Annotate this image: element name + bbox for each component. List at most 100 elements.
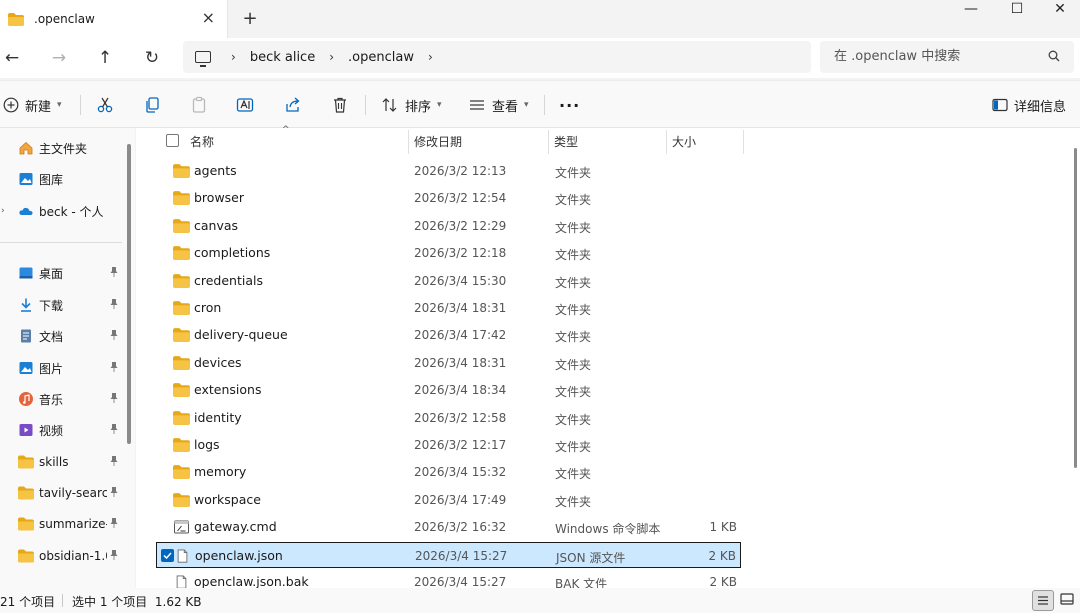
cut-button[interactable] <box>96 93 114 117</box>
breadcrumb-separator[interactable]: › <box>329 50 334 64</box>
folder-icon <box>173 301 190 315</box>
column-name[interactable]: 名称 <box>190 133 214 150</box>
sidebar-item-videos[interactable]: 视频 <box>0 416 122 444</box>
column-size[interactable]: 大小 <box>672 133 696 150</box>
sidebar-item-obsidian[interactable]: obsidian-1.0.0 <box>0 542 122 570</box>
column-divider[interactable] <box>408 130 409 154</box>
select-all-checkbox[interactable] <box>166 134 179 147</box>
sidebar-item-skills[interactable]: skills <box>0 448 122 476</box>
pin-icon <box>110 550 118 560</box>
sidebar-item-downloads[interactable]: 下载 <box>0 291 122 319</box>
file-type: 文件夹 <box>555 220 592 235</box>
back-icon[interactable]: ← <box>0 46 24 70</box>
sidebar-item-label: 视频 <box>39 423 64 438</box>
tiles-view-button[interactable] <box>1057 590 1079 611</box>
sidebar-item-music[interactable]: 音乐 <box>0 385 122 413</box>
address-row: ← → ↑ ↻ › beck alice › .openclaw › 在 .op… <box>0 38 1080 78</box>
folder-icon <box>173 328 190 343</box>
file-icon <box>177 549 188 563</box>
view-label: 查看 <box>492 99 519 115</box>
file-list-scrollbar[interactable] <box>1074 148 1077 468</box>
sidebar-item-summarize[interactable]: summarize-1.0.0 <box>0 510 122 538</box>
file-row[interactable]: openclaw.json 2026/3/4 15:27 JSON 源文件 2 KB <box>156 541 741 568</box>
chevron-down-icon: ▾ <box>57 100 62 110</box>
details-pane-button[interactable]: 详细信息 <box>992 93 1066 117</box>
file-row[interactable]: completions 2026/3/2 12:18 文件夹 <box>156 240 741 266</box>
file-date: 2026/3/2 16:32 <box>414 520 507 535</box>
folder-icon <box>173 492 190 507</box>
paste-button[interactable] <box>190 93 208 117</box>
file-row[interactable]: delivery-queue 2026/3/4 17:42 文件夹 <box>156 322 741 348</box>
pin-icon <box>110 518 118 528</box>
file-date: 2026/3/2 12:58 <box>414 410 507 425</box>
more-options-button[interactable]: ··· <box>559 93 580 117</box>
delete-button[interactable] <box>331 93 349 117</box>
sidebar-item-desktop[interactable]: 桌面 <box>0 259 122 287</box>
file-date: 2026/3/4 15:30 <box>414 273 507 288</box>
file-type: 文件夹 <box>555 357 592 372</box>
file-name: logs <box>194 437 220 452</box>
breadcrumb-beck-alice[interactable]: beck alice <box>250 50 315 65</box>
maximize-icon[interactable]: ☐ <box>994 0 1040 20</box>
file-row[interactable]: identity 2026/3/2 12:58 文件夹 <box>156 405 741 431</box>
file-row[interactable]: credentials 2026/3/4 15:30 文件夹 <box>156 268 741 294</box>
column-date[interactable]: 修改日期 <box>414 133 462 150</box>
search-input[interactable]: 在 .openclaw 中搜索 <box>820 41 1074 73</box>
file-row[interactable]: extensions 2026/3/4 18:34 文件夹 <box>156 377 741 403</box>
sidebar-item-tavily-search[interactable]: tavily-search <box>0 479 122 507</box>
rename-button[interactable] <box>236 93 254 117</box>
sidebar-item-label: summarize-1.0.0 <box>39 517 107 531</box>
up-icon[interactable]: ↑ <box>93 46 117 70</box>
file-date: 2026/3/4 17:42 <box>414 328 507 343</box>
file-name: cron <box>194 300 222 315</box>
gallery-icon <box>19 173 33 185</box>
address-bar[interactable]: › beck alice › .openclaw › <box>183 41 811 73</box>
file-row[interactable]: logs 2026/3/2 12:17 文件夹 <box>156 432 741 458</box>
view-button[interactable]: 查看 ▾ <box>468 93 529 117</box>
file-name: credentials <box>194 272 263 288</box>
navigation-pane: 主文件夹 图库 › beck - 个人 桌面 下载 文档 图片 音乐 视频 sk… <box>0 128 135 588</box>
file-type: 文件夹 <box>555 275 592 290</box>
column-divider[interactable] <box>666 130 667 154</box>
sidebar-item-onedrive[interactable]: beck - 个人 <box>0 197 122 225</box>
column-divider[interactable] <box>548 130 549 154</box>
forward-icon[interactable]: → <box>47 46 71 70</box>
file-date: 2026/3/2 12:54 <box>414 191 507 206</box>
share-button[interactable] <box>284 93 302 117</box>
refresh-icon[interactable]: ↻ <box>140 46 164 70</box>
column-divider[interactable] <box>743 130 744 154</box>
file-row[interactable]: workspace 2026/3/4 17:49 文件夹 <box>156 487 741 513</box>
file-date: 2026/3/2 12:13 <box>414 164 507 178</box>
copy-button[interactable] <box>143 93 161 117</box>
breadcrumb-separator[interactable]: › <box>231 50 236 64</box>
new-tab-icon[interactable]: + <box>240 8 260 29</box>
sidebar-item-label: 桌面 <box>39 266 64 281</box>
file-row[interactable]: gateway.cmd 2026/3/2 16:32 Windows 命令脚本 1 K… <box>156 514 741 540</box>
sidebar-scrollbar[interactable] <box>127 144 131 444</box>
row-checkbox[interactable] <box>161 548 174 562</box>
column-type[interactable]: 类型 <box>554 133 578 150</box>
sidebar-item-gallery[interactable]: 图库 <box>0 165 122 193</box>
file-row[interactable]: memory 2026/3/4 15:32 文件夹 <box>156 459 741 485</box>
close-window-icon[interactable]: ✕ <box>1040 0 1080 20</box>
file-date: 2026/3/4 18:31 <box>414 301 507 315</box>
tab-close-icon[interactable]: × <box>202 10 215 26</box>
minimize-icon[interactable]: — <box>948 0 994 20</box>
file-row[interactable]: canvas 2026/3/2 12:29 文件夹 <box>156 213 741 239</box>
breadcrumb-separator[interactable]: › <box>428 50 433 64</box>
new-button[interactable]: 新建 ▾ <box>3 93 62 117</box>
sort-button[interactable]: 排序 ▾ <box>381 93 442 117</box>
file-row[interactable]: cron 2026/3/4 18:31 文件夹 <box>156 295 741 321</box>
sidebar-item-documents[interactable]: 文档 <box>0 322 122 350</box>
breadcrumb-openclaw[interactable]: .openclaw <box>348 50 414 65</box>
desktop-icon <box>19 267 33 279</box>
details-view-button[interactable] <box>1032 590 1054 611</box>
file-row[interactable]: devices 2026/3/4 18:31 文件夹 <box>156 350 741 376</box>
sidebar-item-pictures[interactable]: 图片 <box>0 354 122 382</box>
file-date: 2026/3/2 12:29 <box>414 218 507 233</box>
file-row[interactable]: agents 2026/3/2 12:13 文件夹 <box>156 158 741 184</box>
file-name: workspace <box>194 491 261 507</box>
file-row[interactable]: browser 2026/3/2 12:54 文件夹 <box>156 185 741 211</box>
sidebar-item-home[interactable]: 主文件夹 <box>0 134 122 162</box>
tab-openclaw[interactable]: .openclaw × <box>0 0 228 38</box>
